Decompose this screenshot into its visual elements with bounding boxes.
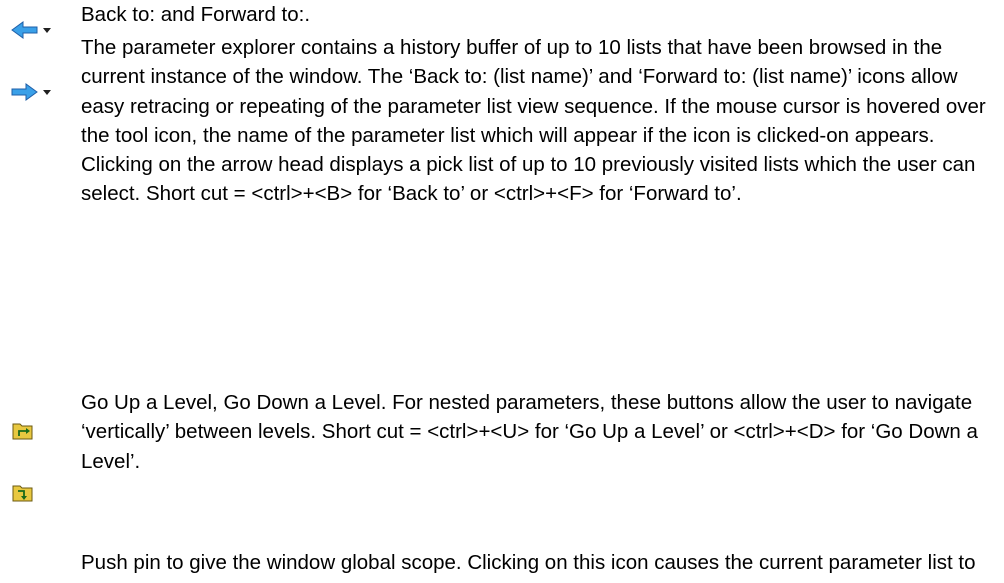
folder-down-icon <box>10 480 54 504</box>
level-navigation-description: Go Up a Level, Go Down a Level. For nest… <box>81 391 978 473</box>
back-arrow-dropdown-icon <box>10 18 54 42</box>
back-forward-description: The parameter explorer contains a histor… <box>81 36 986 206</box>
push-pin-description: Push pin to give the window global scope… <box>81 551 976 583</box>
folder-up-icon <box>10 418 54 442</box>
back-forward-title: Back to: and Forward to:. <box>81 3 311 26</box>
forward-arrow-dropdown-icon <box>10 80 54 104</box>
